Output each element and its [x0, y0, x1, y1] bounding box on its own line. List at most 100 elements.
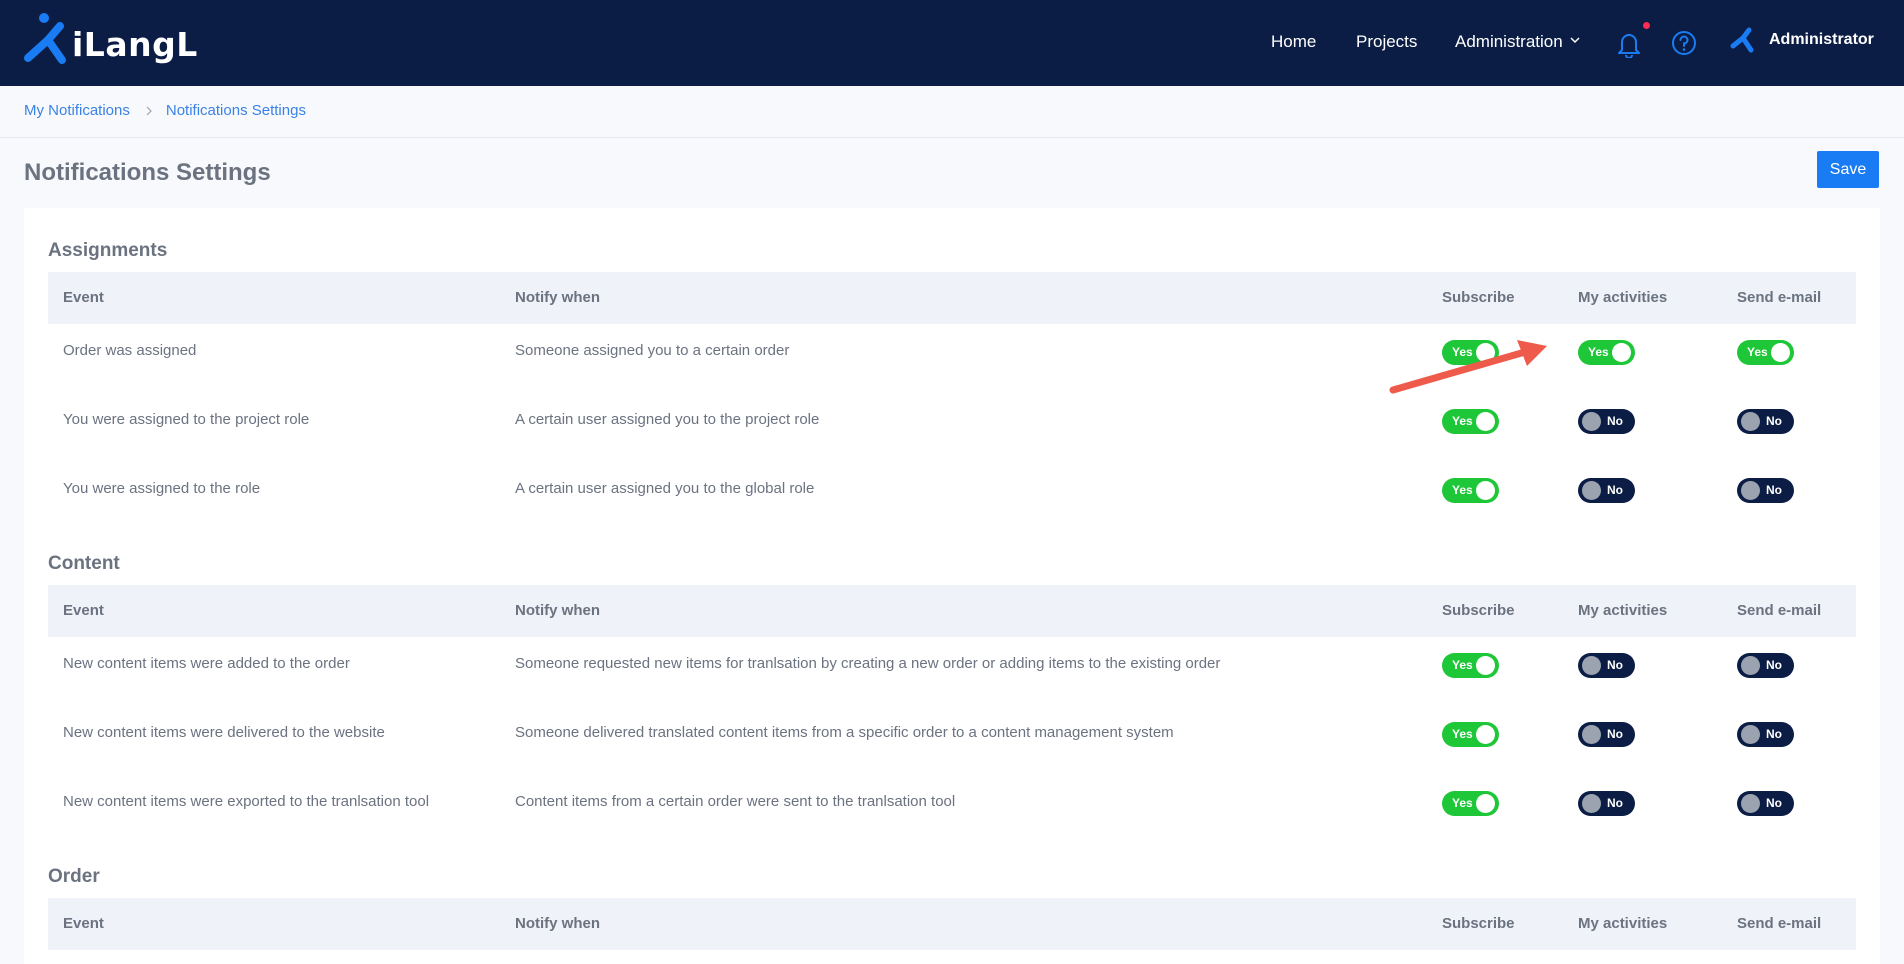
send-email-toggle[interactable]: No — [1737, 478, 1794, 503]
table-row: You were assigned to the project role A … — [48, 393, 1856, 462]
logo-text: iLangL — [72, 25, 198, 64]
toggle-label: Yes — [1452, 796, 1473, 810]
event-name: New content items were delivered to the … — [63, 724, 385, 741]
toggle-label: Yes — [1452, 414, 1473, 428]
toggle-knob — [1476, 412, 1495, 431]
toggle-label: No — [1766, 483, 1782, 497]
breadcrumb-my-notifications[interactable]: My Notifications — [24, 102, 130, 119]
column-header-my-activities: My activities — [1578, 289, 1668, 306]
toggle-knob — [1582, 481, 1601, 500]
toggle-label: No — [1766, 658, 1782, 672]
send-email-toggle[interactable]: No — [1737, 791, 1794, 816]
send-email-toggle[interactable]: No — [1737, 409, 1794, 434]
notification-badge-dot — [1643, 22, 1650, 29]
toggle-label: Yes — [1452, 483, 1473, 497]
user-avatar-icon[interactable] — [1729, 24, 1755, 56]
ilangl-logo[interactable]: iLangL — [22, 12, 202, 74]
column-header-notify-when: Notify when — [515, 602, 600, 619]
table-row: New content items were exported to the t… — [48, 775, 1856, 844]
toggle-knob — [1476, 794, 1495, 813]
table-header-content: Event Notify when Subscribe My activitie… — [48, 585, 1856, 637]
my-activities-toggle[interactable]: Yes — [1578, 340, 1635, 365]
toggle-label: No — [1607, 796, 1623, 810]
nav-administration-link[interactable]: Administration — [1455, 32, 1563, 52]
toggle-knob — [1582, 656, 1601, 675]
breadcrumb-divider — [0, 137, 1904, 138]
my-activities-toggle[interactable]: No — [1578, 478, 1635, 503]
toggle-knob — [1582, 794, 1601, 813]
toggle-label: No — [1607, 727, 1623, 741]
column-header-subscribe: Subscribe — [1442, 602, 1515, 619]
column-header-event: Event — [63, 915, 104, 932]
column-header-notify-when: Notify when — [515, 289, 600, 306]
notify-when-text: Someone requested new items for tranlsat… — [515, 655, 1221, 672]
event-name: New content items were exported to the t… — [63, 793, 430, 810]
column-header-my-activities: My activities — [1578, 602, 1668, 619]
table-header-assignments: Event Notify when Subscribe My activitie… — [48, 272, 1856, 324]
toggle-knob — [1582, 725, 1601, 744]
toggle-label: No — [1607, 414, 1623, 428]
annotation-arrow — [1389, 340, 1547, 394]
nav-home-link[interactable]: Home — [1271, 32, 1316, 52]
chevron-down-icon[interactable] — [1568, 33, 1582, 47]
column-header-subscribe: Subscribe — [1442, 915, 1515, 932]
chevron-right-icon — [146, 106, 152, 115]
column-header-my-activities: My activities — [1578, 915, 1668, 932]
breadcrumb-notifications-settings[interactable]: Notifications Settings — [166, 102, 306, 119]
table-row: Order was assigned Someone assigned you … — [48, 324, 1856, 393]
table-row: New content items were added to the orde… — [48, 637, 1856, 706]
toggle-label: No — [1766, 414, 1782, 428]
subscribe-toggle[interactable]: Yes — [1442, 409, 1499, 434]
nav-projects-link[interactable]: Projects — [1356, 32, 1417, 52]
toggle-label: Yes — [1588, 345, 1609, 359]
notify-when-text: Someone assigned you to a certain order — [515, 342, 790, 359]
user-name[interactable]: Administrator — [1769, 31, 1874, 49]
subscribe-toggle[interactable]: Yes — [1442, 478, 1499, 503]
toggle-label: No — [1607, 483, 1623, 497]
toggle-knob — [1771, 343, 1790, 362]
table-row: New content items were delivered to the … — [48, 706, 1856, 775]
my-activities-toggle[interactable]: No — [1578, 409, 1635, 434]
column-header-notify-when: Notify when — [515, 915, 600, 932]
event-name: Order was assigned — [63, 342, 197, 359]
toggle-label: Yes — [1452, 658, 1473, 672]
send-email-toggle[interactable]: Yes — [1737, 340, 1794, 365]
toggle-knob — [1476, 725, 1495, 744]
toggle-label: No — [1766, 727, 1782, 741]
event-name: You were assigned to the project role — [63, 411, 310, 428]
toggle-knob — [1741, 412, 1760, 431]
toggle-label: Yes — [1747, 345, 1768, 359]
subscribe-toggle[interactable]: Yes — [1442, 722, 1499, 747]
toggle-label: No — [1766, 796, 1782, 810]
toggle-knob — [1476, 656, 1495, 675]
notify-when-text: Someone delivered translated content ite… — [515, 724, 1174, 741]
breadcrumb: My Notifications Notifications Settings — [24, 102, 306, 119]
notifications-bell-icon[interactable] — [1616, 30, 1642, 58]
settings-card: Assignments Event Notify when Subscribe … — [24, 208, 1880, 964]
ilangl-logo-icon — [24, 13, 66, 64]
send-email-toggle[interactable]: No — [1737, 653, 1794, 678]
subscribe-toggle[interactable]: Yes — [1442, 791, 1499, 816]
toggle-knob — [1741, 481, 1760, 500]
my-activities-toggle[interactable]: No — [1578, 791, 1635, 816]
subscribe-toggle[interactable]: Yes — [1442, 653, 1499, 678]
column-header-send-email: Send e-mail — [1737, 915, 1822, 932]
my-activities-toggle[interactable]: No — [1578, 653, 1635, 678]
section-title-content: Content — [48, 553, 120, 574]
send-email-toggle[interactable]: No — [1737, 722, 1794, 747]
column-header-send-email: Send e-mail — [1737, 289, 1822, 306]
notify-when-text: A certain user assigned you to the proje… — [515, 411, 820, 428]
notify-when-text: Content items from a certain order were … — [515, 793, 956, 810]
column-header-event: Event — [63, 289, 104, 306]
notify-when-text: A certain user assigned you to the globa… — [515, 480, 815, 497]
help-question-icon[interactable] — [1671, 30, 1697, 56]
toggle-knob — [1741, 656, 1760, 675]
save-button[interactable]: Save — [1817, 151, 1879, 188]
my-activities-toggle[interactable]: No — [1578, 722, 1635, 747]
column-header-subscribe: Subscribe — [1442, 289, 1515, 306]
column-header-send-email: Send e-mail — [1737, 602, 1822, 619]
table-header-order: Event Notify when Subscribe My activitie… — [48, 898, 1856, 950]
toggle-knob — [1741, 725, 1760, 744]
event-name: You were assigned to the role — [63, 480, 261, 497]
toggle-knob — [1476, 481, 1495, 500]
